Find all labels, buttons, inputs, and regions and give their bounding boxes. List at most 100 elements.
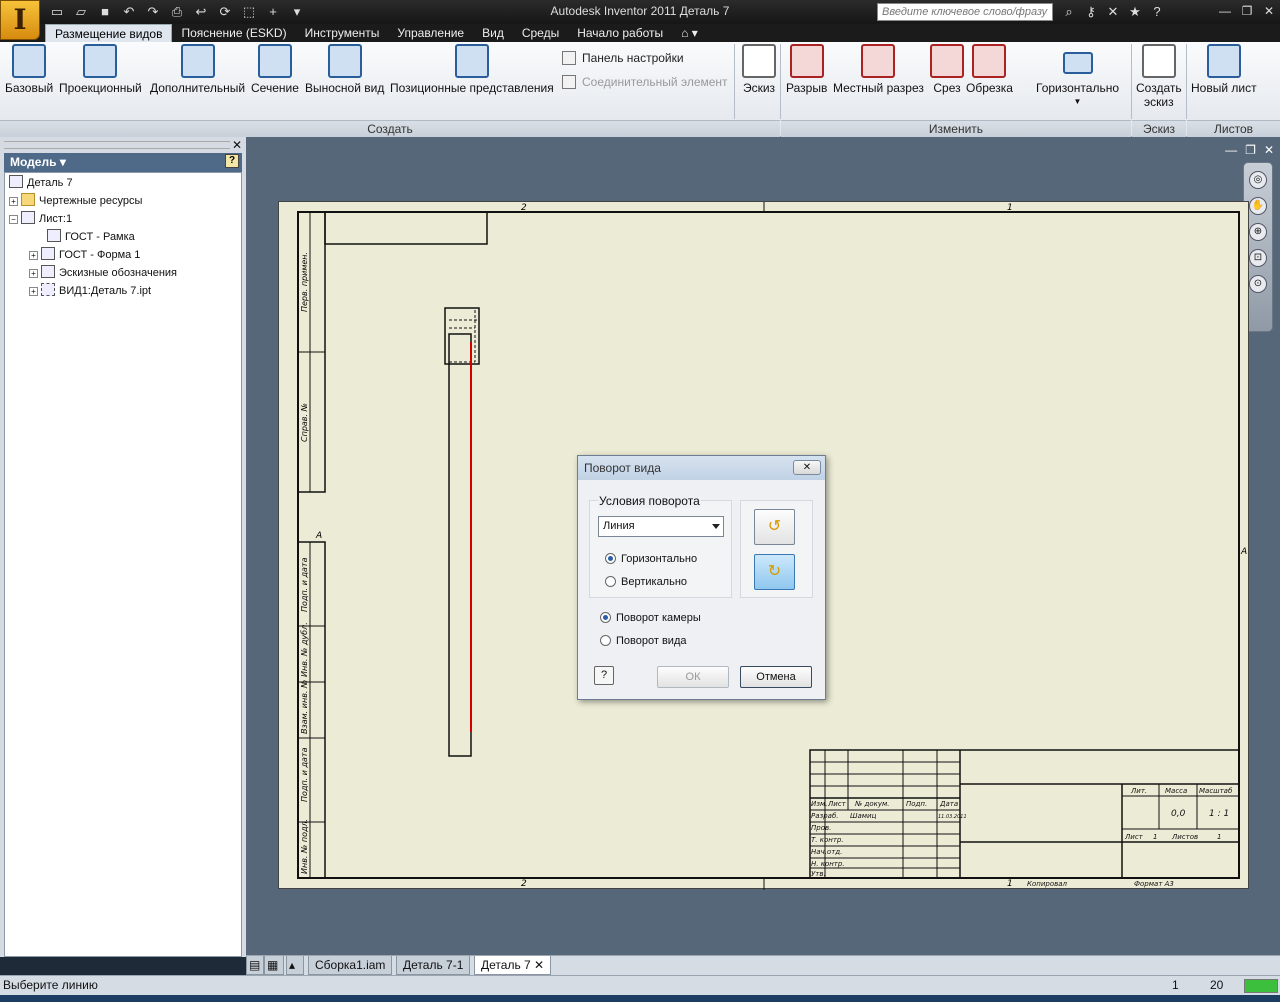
draft-view-button[interactable]: Панель настройки xyxy=(562,51,684,65)
maximize-icon[interactable]: ❐ xyxy=(1240,3,1254,19)
binoculars-icon[interactable]: ⌕ xyxy=(1060,3,1078,21)
zoom-all-icon[interactable]: ⊙ xyxy=(1249,275,1267,293)
doc-tab-drawing[interactable]: Деталь 7 ✕ xyxy=(474,956,552,975)
tb-sheet-value: 1 xyxy=(1153,833,1157,841)
key-icon[interactable]: ⚷ xyxy=(1082,3,1100,21)
rotate-cw-button[interactable]: ↻ xyxy=(754,554,795,590)
tree-item-sketched-symbols[interactable]: + Эскизные обозначения xyxy=(29,264,177,282)
tree-item-drawing-resources[interactable]: + Чертежные ресурсы xyxy=(9,192,142,210)
title-block-text: Изм. Лист № докум. Подп. Дата Разраб. Ша… xyxy=(811,787,1233,888)
tree-item-title-block[interactable]: + ГОСТ - Форма 1 xyxy=(29,246,140,264)
search-input[interactable]: Введите ключевое слово/фразу xyxy=(877,3,1053,21)
tb-designer: Шамиц xyxy=(850,812,877,820)
tab-menu-icon[interactable]: ▴ xyxy=(286,956,304,975)
help-icon[interactable]: ? xyxy=(594,666,614,685)
document-tab-bar: ▤ ▦ ▴ Сборка1.iam Деталь 7-1 Деталь 7 ✕ xyxy=(246,955,1280,975)
panel-label-sketch: Эскиз xyxy=(1132,120,1186,137)
tab-tools[interactable]: Инструменты xyxy=(296,24,389,42)
cascade-icon[interactable]: ▦ xyxy=(264,956,284,975)
tab-manage[interactable]: Управление xyxy=(388,24,473,42)
ok-button[interactable]: ОК xyxy=(657,666,729,688)
expand-icon[interactable]: + xyxy=(29,251,38,260)
panel-label-create: Создать xyxy=(0,120,780,137)
projected-view-button[interactable]: Проекционный xyxy=(59,44,142,95)
tb-row-label: Пров. xyxy=(811,824,831,832)
star-icon[interactable]: ★ xyxy=(1126,3,1144,21)
tb-format: Формат А3 xyxy=(1134,880,1174,888)
tab-environments[interactable]: Среды xyxy=(513,24,568,42)
drawing-icon xyxy=(9,175,23,188)
connector-button[interactable]: Соединительный элемент xyxy=(562,75,728,89)
new-sheet-button[interactable]: Новый лист xyxy=(1191,44,1257,95)
restore-icon[interactable]: ❐ xyxy=(1245,143,1256,157)
help-icon[interactable]: ? xyxy=(1148,3,1166,21)
rotate-view-radio[interactable]: Поворот вида xyxy=(600,635,686,647)
auxiliary-view-button[interactable]: Дополнительный xyxy=(150,44,245,95)
tb-mass-value: 0,0 xyxy=(1171,809,1186,819)
break-out-button[interactable]: Местный разрез xyxy=(833,44,924,95)
browser-grip[interactable] xyxy=(4,141,230,149)
tree-item-view[interactable]: + ВИД1:Деталь 7.ipt xyxy=(29,282,151,300)
detail-view-button[interactable]: Выносной вид xyxy=(305,44,384,95)
ribbon-display-icon[interactable]: ⌂ ▾ xyxy=(672,24,707,42)
chevron-down-icon: ▾ xyxy=(59,155,66,169)
tile-icon[interactable]: ▤ xyxy=(246,956,264,975)
rotate-camera-radio[interactable]: Поворот камеры xyxy=(600,612,701,624)
status-message: Выберите линию xyxy=(3,978,98,992)
base-view-button[interactable]: Базовый xyxy=(5,44,53,95)
close-icon[interactable]: ✕ xyxy=(534,958,544,972)
cancel-button[interactable]: Отмена xyxy=(740,666,812,688)
overlay-view-button[interactable]: Позиционные представления xyxy=(390,44,554,95)
pan-icon[interactable]: ✋ xyxy=(1249,197,1267,215)
close-icon[interactable]: ✕ xyxy=(1262,3,1276,19)
minimize-icon[interactable]: — xyxy=(1218,3,1232,19)
vertical-radio[interactable]: Вертикально xyxy=(605,576,687,588)
rotate-ccw-button[interactable]: ↺ xyxy=(754,509,795,545)
inventor-window: I ▭ ▱ ■ ↶ ↷ ⎙ ↩ ⟳ ⬚ + ▾ Autodesk Invento… xyxy=(0,0,1280,1002)
create-sketch-button[interactable]: Создать эскиз xyxy=(1136,44,1182,109)
steering-wheel-icon[interactable]: ◎ xyxy=(1249,171,1267,189)
tb-sheets-value: 1 xyxy=(1217,833,1221,841)
rotation-conditions-label: Условия поворота xyxy=(598,494,701,508)
tab-annotate[interactable]: Пояснение (ESKD) xyxy=(172,24,295,42)
dialog-close-button[interactable]: ✕ xyxy=(793,460,821,475)
zoom-window-icon[interactable]: ⊡ xyxy=(1249,249,1267,267)
browser-header[interactable]: Модель ▾ ? xyxy=(4,153,242,172)
tab-view[interactable]: Вид xyxy=(473,24,513,42)
slice-button[interactable]: Срез xyxy=(930,44,964,95)
progress-indicator xyxy=(1244,979,1278,993)
horizontal-radio[interactable]: Горизонтально xyxy=(605,553,697,565)
tools-icon[interactable]: ✕ xyxy=(1104,3,1122,21)
section-view-button[interactable]: Сечение xyxy=(251,44,299,95)
tab-place-views[interactable]: Размещение видов xyxy=(45,24,173,42)
detail-view-icon xyxy=(327,44,362,78)
close-icon[interactable]: ✕ xyxy=(232,138,242,152)
doc-tab-assembly[interactable]: Сборка1.iam xyxy=(308,956,393,975)
horizontal-button[interactable]: Горизонтально ▼ xyxy=(1036,44,1119,109)
expand-icon[interactable]: + xyxy=(9,197,18,206)
tb-row-label: Т. контр. xyxy=(811,836,844,844)
sketch-button[interactable]: Эскиз xyxy=(742,44,776,95)
minimize-icon[interactable]: — xyxy=(1225,143,1237,157)
doc-tab-part[interactable]: Деталь 7-1 xyxy=(396,956,471,975)
tree-item-document[interactable]: Деталь 7 xyxy=(9,174,73,192)
tree-item-sheet[interactable]: − Лист:1 xyxy=(9,210,72,228)
zone-label-side: A xyxy=(315,531,322,541)
window-controls: — ❐ ✕ xyxy=(1218,3,1276,19)
collapse-icon[interactable]: − xyxy=(9,215,18,224)
expand-icon[interactable]: + xyxy=(29,269,38,278)
application-menu-button[interactable]: I xyxy=(0,0,40,40)
tb-date: 11.03.2011 xyxy=(938,814,967,820)
tab-get-started[interactable]: Начало работы xyxy=(568,24,672,42)
expand-icon[interactable]: + xyxy=(29,287,38,296)
help-icon[interactable]: ? xyxy=(225,154,239,168)
dialog-title-bar[interactable]: Поворот вида xyxy=(578,456,825,480)
zoom-icon[interactable]: ⊕ xyxy=(1249,223,1267,241)
rotation-method-dropdown[interactable]: Линия xyxy=(598,516,724,537)
close-icon[interactable]: ✕ xyxy=(1264,143,1274,157)
part-view[interactable] xyxy=(444,307,480,757)
tree-item-border[interactable]: ГОСТ - Рамка xyxy=(47,228,135,246)
document-controls: — ❐ ✕ xyxy=(1225,143,1274,157)
crop-button[interactable]: Обрезка xyxy=(966,44,1013,95)
break-button[interactable]: Разрыв xyxy=(786,44,827,95)
